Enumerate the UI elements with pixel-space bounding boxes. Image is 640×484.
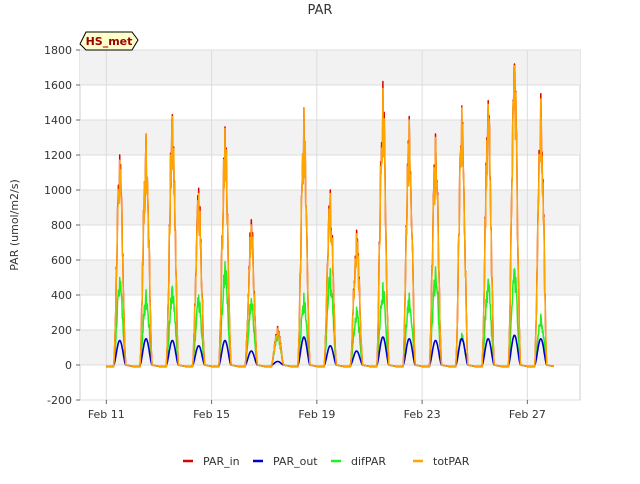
y-tick-label: 800	[51, 219, 72, 232]
legend-label-PAR_out: PAR_out	[273, 455, 318, 468]
x-tick-label: Feb 23	[404, 408, 441, 421]
y-axis-ticks: -200 0 200 400 600 800 1000 1200 1400 1600 1800	[44, 44, 80, 407]
grid-band	[80, 330, 580, 365]
chart-figure: PAR -200 0 200 400 600 800 1000 1200 1400 1600 180…	[0, 0, 640, 480]
x-tick-label: Feb 15	[193, 408, 230, 421]
x-axis-ticks: Feb 11 Feb 15 Feb 19 Feb 23 Feb 27	[88, 400, 546, 421]
y-tick-label: 0	[65, 359, 72, 372]
chart-svg: PAR -200 0 200 400 600 800 1000 1200 1400 1600 180…	[8, 3, 581, 468]
chart-title: PAR	[308, 3, 333, 18]
y-tick-label: 1200	[44, 149, 72, 162]
x-tick-label: Feb 19	[298, 408, 335, 421]
y-tick-label: 1600	[44, 79, 72, 92]
legend-label-totPAR: totPAR	[433, 455, 470, 468]
y-tick-label: -200	[47, 394, 72, 407]
x-tick-label: Feb 27	[509, 408, 546, 421]
legend: PAR_in PAR_out difPAR totPAR	[183, 455, 470, 468]
x-tick-label: Feb 11	[88, 408, 125, 421]
y-tick-label: 1000	[44, 184, 72, 197]
y-tick-label: 600	[51, 254, 72, 267]
y-tick-label: 1400	[44, 114, 72, 127]
legend-label-difPAR: difPAR	[351, 455, 386, 468]
grid-band	[80, 120, 580, 155]
y-axis-label: PAR (umol/m2/s)	[8, 179, 21, 271]
y-tick-label: 400	[51, 289, 72, 302]
badge-label: HS_met	[86, 35, 133, 48]
y-tick-label: 1800	[44, 44, 72, 57]
legend-label-PAR_in: PAR_in	[203, 455, 240, 468]
grid-band	[80, 50, 580, 85]
station-badge: HS_met	[79, 31, 139, 51]
y-tick-label: 200	[51, 324, 72, 337]
